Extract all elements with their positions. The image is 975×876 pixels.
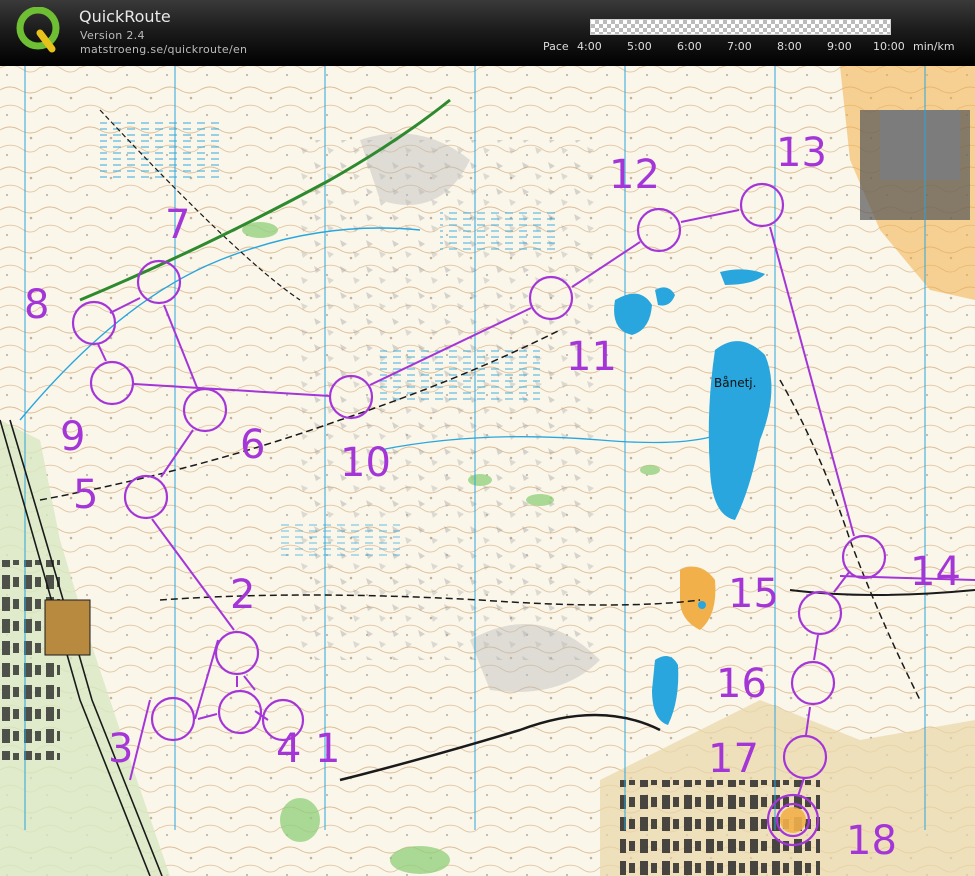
finish-area xyxy=(780,807,806,833)
pace-tick: 4:00 xyxy=(577,40,602,53)
app-version: Version 2.4 xyxy=(80,29,145,42)
marsh xyxy=(440,210,560,250)
well-icon xyxy=(698,601,706,609)
field xyxy=(44,599,91,656)
lake-label: Bånetj. xyxy=(714,376,756,390)
pace-color-scale xyxy=(590,19,891,35)
control-number-8: 8 xyxy=(24,282,49,328)
pace-tick: 9:00 xyxy=(827,40,852,53)
control-number-2: 2 xyxy=(230,572,255,618)
app-name: QuickRoute xyxy=(79,7,171,26)
control-number-12: 12 xyxy=(609,152,660,198)
map-canvas[interactable]: Bånetj. 1 2 3 4 5 6 7 8 9 10 11 12 13 14… xyxy=(0,66,975,876)
control-number-6: 6 xyxy=(240,422,265,468)
pace-tick: 5:00 xyxy=(627,40,652,53)
quickroute-logo-icon xyxy=(16,7,60,53)
marsh xyxy=(380,350,540,400)
pace-unit: min/km xyxy=(913,40,955,53)
control-number-1: 1 xyxy=(315,726,340,772)
marsh xyxy=(280,520,400,560)
pace-tick: 8:00 xyxy=(777,40,802,53)
control-number-18: 18 xyxy=(846,818,897,864)
large-building-roof xyxy=(880,110,960,180)
control-number-5: 5 xyxy=(73,472,98,518)
control-number-16: 16 xyxy=(716,661,767,707)
control-number-4: 4 xyxy=(276,726,301,772)
control-number-15: 15 xyxy=(728,571,779,617)
west-buildings xyxy=(0,560,60,760)
pace-tick: 10:00 xyxy=(873,40,905,53)
app-url: matstroeng.se/quickroute/en xyxy=(80,43,248,56)
pace-tick: 6:00 xyxy=(677,40,702,53)
control-number-9: 9 xyxy=(60,414,85,460)
control-number-11: 11 xyxy=(566,334,617,380)
control-number-3: 3 xyxy=(108,726,133,772)
pace-tick: 7:00 xyxy=(727,40,752,53)
app-header: QuickRoute Version 2.4 matstroeng.se/qui… xyxy=(0,0,975,66)
control-number-14: 14 xyxy=(910,549,961,595)
control-number-13: 13 xyxy=(776,130,827,176)
control-number-10: 10 xyxy=(340,440,391,486)
orienteering-map[interactable]: Bånetj. 1 2 3 4 5 6 7 8 9 10 11 12 13 14… xyxy=(0,66,975,876)
control-number-17: 17 xyxy=(708,736,759,782)
control-number-7: 7 xyxy=(165,202,190,248)
pace-label: Pace xyxy=(543,40,569,53)
